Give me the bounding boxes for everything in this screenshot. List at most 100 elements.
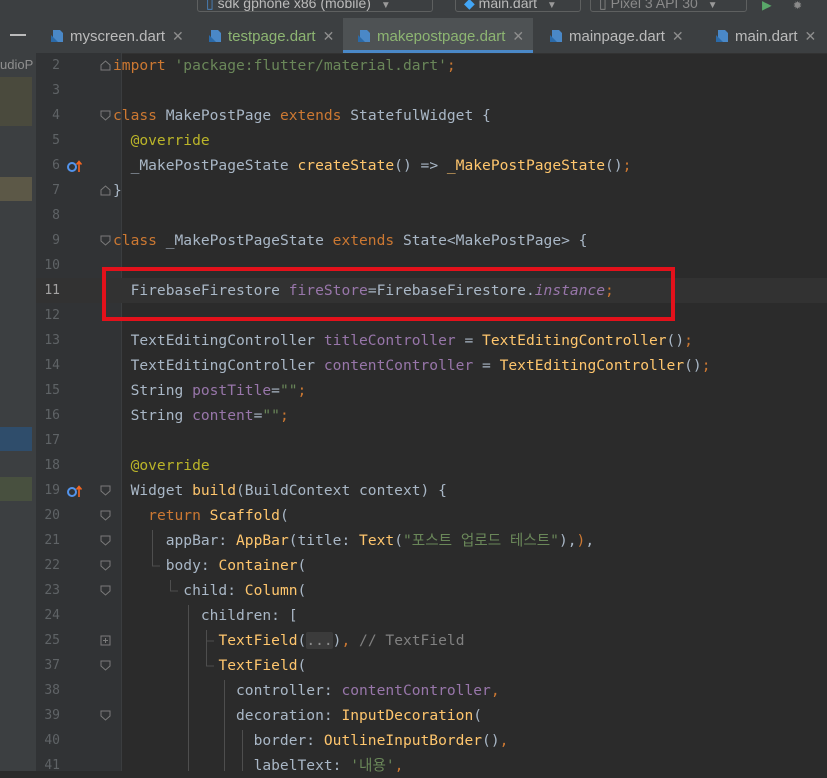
- code-line[interactable]: 9 class _MakePostPageState extends State<…: [36, 228, 827, 253]
- code-line[interactable]: 38 controller: contentController,: [36, 678, 827, 703]
- close-icon[interactable]: ✕: [672, 28, 684, 44]
- fold-marker-icon[interactable]: [100, 710, 111, 721]
- code-line-text: String postTitle="";: [113, 378, 307, 403]
- code-line[interactable]: 20 return Scaffold(: [36, 503, 827, 528]
- code-line-text: class MakePostPage extends StatefulWidge…: [113, 103, 491, 128]
- code-token: (): [482, 732, 500, 749]
- fold-marker-icon[interactable]: [100, 235, 111, 246]
- code-token: contentController: [323, 357, 474, 374]
- code-token: (): [605, 157, 623, 174]
- code-line[interactable]: 21 appBar: AppBar(title: Text("포스트 업로드 테…: [36, 528, 827, 553]
- code-line[interactable]: 3: [36, 78, 827, 103]
- code-line[interactable]: 23 child: Column(: [36, 578, 827, 603]
- code-line-text: TextEditingController titleController = …: [113, 328, 693, 353]
- code-line[interactable]: 13 TextEditingController titleController…: [36, 328, 827, 353]
- dart-file-icon: [358, 30, 370, 42]
- avd-selector[interactable]: ▯ Pixel 3 API 30 ▼: [590, 0, 747, 12]
- fold-marker-icon[interactable]: [100, 510, 111, 521]
- chevron-down-icon: ▼: [707, 0, 718, 11]
- fold-marker-icon[interactable]: [100, 560, 111, 571]
- code-token: class: [113, 107, 166, 124]
- dart-file-icon: [209, 30, 221, 42]
- line-number: 4: [52, 108, 60, 123]
- code-token: ,: [585, 532, 595, 549]
- code-token: @override: [130, 457, 210, 474]
- fold-marker-icon[interactable]: [100, 535, 111, 546]
- code-token: '내용': [350, 757, 395, 774]
- code-line[interactable]: 25 TextField(...), // TextField: [36, 628, 827, 653]
- code-line[interactable]: 14 TextEditingController contentControll…: [36, 353, 827, 378]
- close-icon[interactable]: ✕: [323, 28, 335, 44]
- code-line[interactable]: 2 import 'package:flutter/material.dart';: [36, 53, 827, 78]
- code-line[interactable]: 7}: [36, 178, 827, 203]
- code-token: Column: [244, 582, 298, 599]
- tab-mainpage-dart[interactable]: mainpage.dart ✕: [535, 18, 699, 53]
- code-line-text: TextField(: [113, 653, 306, 678]
- code-line-text: @override: [113, 128, 210, 153]
- line-number: 23: [44, 583, 60, 598]
- override-method-icon[interactable]: [67, 158, 83, 174]
- device-selector[interactable]: ▯ sdk gphone x86 (mobile) ▼: [197, 0, 433, 12]
- fold-marker-icon[interactable]: [100, 185, 111, 196]
- code-line[interactable]: 40 border: OutlineInputBorder(),: [36, 728, 827, 753]
- code-line[interactable]: 19 Widget build(BuildContext context) {: [36, 478, 827, 503]
- code-line[interactable]: 37 TextField(: [36, 653, 827, 678]
- tree-row-highlight: [0, 477, 32, 501]
- tab-makepostpage-dart[interactable]: makepostpage.dart ✕: [343, 18, 533, 53]
- code-token: ;: [297, 382, 307, 399]
- tab-testpage-dart[interactable]: testpage.dart ✕: [194, 18, 341, 53]
- code-line[interactable]: 4 class MakePostPage extends StatefulWidg…: [36, 103, 827, 128]
- code-line[interactable]: 41 labelText: '내용',: [36, 753, 827, 778]
- close-icon[interactable]: ✕: [172, 28, 184, 44]
- code-token: createState: [297, 157, 395, 174]
- code-line[interactable]: 18 @override: [36, 453, 827, 478]
- line-number: 16: [44, 408, 60, 423]
- code-line[interactable]: 8: [36, 203, 827, 228]
- code-line[interactable]: 5 @override: [36, 128, 827, 153]
- line-number: 7: [52, 183, 60, 198]
- code-token: ;: [622, 157, 632, 174]
- code-line[interactable]: 24 children: [: [36, 603, 827, 628]
- fold-marker-icon[interactable]: [100, 585, 111, 596]
- line-number: 20: [44, 508, 60, 523]
- code-line[interactable]: 15 String postTitle="";: [36, 378, 827, 403]
- code-line[interactable]: 6 _MakePostPageState createState() => _M…: [36, 153, 827, 178]
- code-token: children: [: [113, 607, 298, 624]
- fold-marker-icon[interactable]: [100, 660, 111, 671]
- fold-marker-icon[interactable]: [100, 110, 111, 121]
- code-token: controller:: [113, 682, 342, 699]
- line-number: 15: [44, 383, 60, 398]
- code-line[interactable]: 22 body: Container(: [36, 553, 827, 578]
- code-token: Widget: [113, 482, 193, 499]
- close-icon[interactable]: ✕: [512, 28, 524, 44]
- fold-marker-icon[interactable]: [100, 60, 111, 71]
- run-config-selector[interactable]: ◆ main.dart ▼: [455, 0, 581, 12]
- code-line[interactable]: 17: [36, 428, 827, 453]
- tab-myscreen-dart[interactable]: myscreen.dart ✕: [36, 18, 192, 53]
- code-token: decoration:: [113, 707, 342, 724]
- code-line[interactable]: 39 decoration: InputDecoration(: [36, 703, 827, 728]
- code-token: ,: [341, 632, 351, 649]
- fold-marker-icon[interactable]: [100, 485, 111, 496]
- code-token: Scaffold: [209, 507, 280, 524]
- tree-row-selected[interactable]: [0, 427, 32, 451]
- override-method-icon[interactable]: [67, 483, 83, 499]
- code-token: labelText:: [113, 757, 351, 774]
- code-token: State<MakePostPage> {: [402, 232, 588, 249]
- line-number: 10: [44, 258, 60, 273]
- debug-icon[interactable]: ✹: [793, 0, 802, 13]
- code-token: Text: [359, 532, 395, 549]
- expand-fold-icon[interactable]: [100, 635, 111, 646]
- code-editor[interactable]: 2 import 'package:flutter/material.dart';…: [36, 53, 827, 774]
- tab-main-dart[interactable]: main.dart ✕: [701, 18, 827, 53]
- code-token[interactable]: ...: [306, 632, 333, 649]
- hide-panel-icon[interactable]: [10, 34, 26, 36]
- tree-row-highlight: [0, 77, 32, 126]
- line-number: 40: [44, 733, 60, 748]
- close-icon[interactable]: ✕: [805, 28, 817, 44]
- run-icon[interactable]: ▶: [762, 0, 772, 14]
- code-token: }: [113, 182, 122, 199]
- code-line[interactable]: 16 String content="";: [36, 403, 827, 428]
- code-token: (: [473, 707, 483, 724]
